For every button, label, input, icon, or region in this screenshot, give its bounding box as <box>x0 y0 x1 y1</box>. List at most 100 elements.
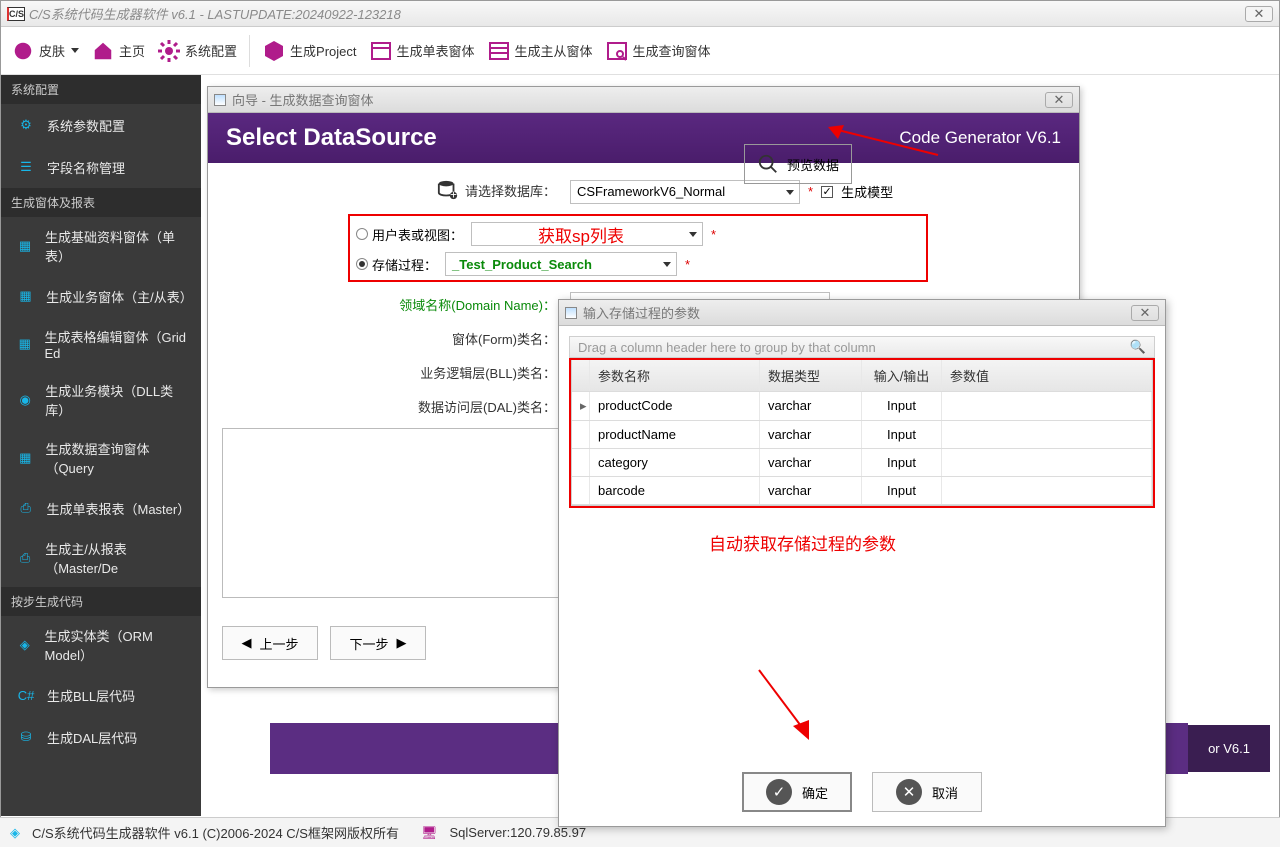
search-window-icon <box>605 39 629 63</box>
gen-project-label: 生成Project <box>290 41 356 60</box>
gen-master-button[interactable]: 生成主从窗体 <box>487 39 593 63</box>
table-row[interactable]: categoryvarcharInput <box>572 449 1152 477</box>
status-copyright: C/S系统代码生成器软件 v6.1 (C)2006-2024 C/S框架网版权所… <box>32 823 399 842</box>
code-icon: C# <box>15 684 37 706</box>
main-toolbar: 皮肤 主页 系统配置 生成Project 生成单表窗体 生成主从窗体 生成查询窗… <box>1 27 1279 75</box>
required-marker: * <box>808 184 813 199</box>
next-button[interactable]: 下一步▶ <box>330 626 426 660</box>
app-title: C/S系统代码生成器软件 v6.1 - LASTUPDATE:20240922-… <box>29 4 401 23</box>
sidebar-item-biz-form[interactable]: ▦生成业务窗体（主/从表） <box>1 275 201 317</box>
sidebar-item-dal[interactable]: ⛁生成DAL层代码 <box>1 716 201 758</box>
close-icon: ✕ <box>896 779 922 805</box>
arrow-annotation <box>749 660 829 750</box>
app-logo-icon: C/S <box>7 7 25 21</box>
cube-icon: ◈ <box>10 825 20 841</box>
gen-single-button[interactable]: 生成单表窗体 <box>369 39 475 63</box>
gen-master-label: 生成主从窗体 <box>515 41 593 60</box>
bll-label: 业务逻辑层(BLL)类名： <box>222 363 562 382</box>
gen-query-button[interactable]: 生成查询窗体 <box>605 39 711 63</box>
sidebar-item-bll[interactable]: C#生成BLL层代码 <box>1 674 201 716</box>
check-icon: ✓ <box>766 779 792 805</box>
gen-model-label: 生成模型 <box>841 182 893 201</box>
cancel-button[interactable]: ✕取消 <box>872 772 982 812</box>
dal-label: 数据访问层(DAL)类名： <box>222 397 562 416</box>
param-annotation: 自动获取存储过程的参数 <box>709 530 896 555</box>
chevron-down-icon <box>71 48 79 53</box>
arrow-annotation <box>828 125 948 161</box>
svg-text:+: + <box>450 187 457 201</box>
triangle-left-icon: ◀ <box>241 635 251 651</box>
table-row[interactable]: ▸productCodevarcharInput <box>572 392 1152 421</box>
table-select[interactable]: 获取sp列表 <box>471 222 703 246</box>
footer-version: or V6.1 <box>1188 725 1270 772</box>
window-close-button[interactable]: ✕ <box>1245 6 1273 22</box>
table-row[interactable]: productNamevarcharInput <box>572 421 1152 449</box>
dialog-icon <box>565 307 577 319</box>
sidebar-group-sysconfig: 系统配置 <box>1 75 201 104</box>
gear-icon <box>157 39 181 63</box>
print-icon: ⎙ <box>15 547 35 569</box>
cube-icon <box>262 39 286 63</box>
database-icon: ⛁ <box>15 726 37 748</box>
gen-query-label: 生成查询窗体 <box>633 41 711 60</box>
window-stack-icon <box>487 39 511 63</box>
radio-table[interactable]: 用户表或视图： <box>356 225 463 244</box>
sidebar-item-orm[interactable]: ◈生成实体类（ORM Model） <box>1 616 201 674</box>
sidebar-item-basic-form[interactable]: ▦生成基础资料窗体（单表） <box>1 217 201 275</box>
sidebar-group-genforms: 生成窗体及报表 <box>1 188 201 217</box>
parameter-dialog: 输入存储过程的参数 ✕ Drag a column header here to… <box>558 299 1166 827</box>
wizard-close-button[interactable]: ✕ <box>1045 92 1073 108</box>
sysconfig-button[interactable]: 系统配置 <box>157 39 237 63</box>
status-db: SqlServer:120.79.85.97 <box>449 825 586 840</box>
form-icon: ▦ <box>15 235 35 257</box>
gen-project-button[interactable]: 生成Project <box>262 39 356 63</box>
database-icon: + <box>437 179 459 201</box>
sidebar-item-sysparam[interactable]: ⚙系统参数配置 <box>1 104 201 146</box>
dialog-icon <box>214 94 226 106</box>
search-icon: ▦ <box>15 447 35 469</box>
radio-sp[interactable]: 存储过程： <box>356 255 437 274</box>
prev-button[interactable]: ◀上一步 <box>222 626 318 660</box>
col-io[interactable]: 输入/输出 <box>862 360 942 391</box>
database-icon: 🖥 <box>421 825 438 841</box>
col-name[interactable]: 参数名称 <box>590 360 760 391</box>
print-icon: ⎙ <box>15 497 37 519</box>
wizard-title: 向导 - 生成数据查询窗体 <box>232 90 374 109</box>
sidebar-item-fieldname[interactable]: ☰字段名称管理 <box>1 146 201 188</box>
sidebar-item-master-report[interactable]: ⎙生成主/从报表（Master/De <box>1 529 201 587</box>
ok-button[interactable]: ✓确定 <box>742 772 852 812</box>
home-label: 主页 <box>119 41 145 60</box>
col-value[interactable]: 参数值 <box>942 360 1152 391</box>
form-icon: ▦ <box>15 285 36 307</box>
table-row[interactable]: barcodevarcharInput <box>572 477 1152 505</box>
home-icon <box>91 39 115 63</box>
sidebar-item-single-report[interactable]: ⎙生成单表报表（Master） <box>1 487 201 529</box>
sp-select[interactable]: _Test_Product_Search <box>445 252 677 276</box>
gen-model-checkbox[interactable] <box>821 186 833 198</box>
list-icon: ☰ <box>15 156 37 178</box>
window-icon <box>369 39 393 63</box>
form-label: 窗体(Form)类名： <box>222 329 562 348</box>
grid-group-hint[interactable]: Drag a column header here to group by th… <box>569 336 1155 358</box>
skin-label: 皮肤 <box>39 41 65 60</box>
param-dialog-title: 输入存储过程的参数 <box>583 303 700 322</box>
sidebar-item-query-form[interactable]: ▦生成数据查询窗体（Query <box>1 429 201 487</box>
search-icon[interactable]: 🔍 <box>1130 339 1146 355</box>
triangle-right-icon: ▶ <box>397 635 407 651</box>
db-label: +请选择数据库： <box>222 179 562 204</box>
cube-icon: ◉ <box>15 389 35 411</box>
col-type[interactable]: 数据类型 <box>760 360 862 391</box>
sidebar-item-dll-module[interactable]: ◉生成业务模块（DLL类库） <box>1 371 201 429</box>
grid-icon: ▦ <box>15 333 34 355</box>
sidebar: 系统配置 ⚙系统参数配置 ☰字段名称管理 生成窗体及报表 ▦生成基础资料窗体（单… <box>1 75 201 816</box>
home-button[interactable]: 主页 <box>91 39 145 63</box>
sidebar-item-grid-form[interactable]: ▦生成表格编辑窗体（Grid Ed <box>1 317 201 371</box>
sidebar-group-stepgen: 按步生成代码 <box>1 587 201 616</box>
wizard-banner-title: Select DataSource <box>226 124 437 152</box>
param-table: 参数名称 数据类型 输入/输出 参数值 ▸productCodevarcharI… <box>571 360 1153 506</box>
gear-icon: ⚙ <box>15 114 37 136</box>
param-close-button[interactable]: ✕ <box>1131 305 1159 321</box>
gen-single-label: 生成单表窗体 <box>397 41 475 60</box>
skin-button[interactable]: 皮肤 <box>11 39 79 63</box>
sysconfig-label: 系统配置 <box>185 41 237 60</box>
